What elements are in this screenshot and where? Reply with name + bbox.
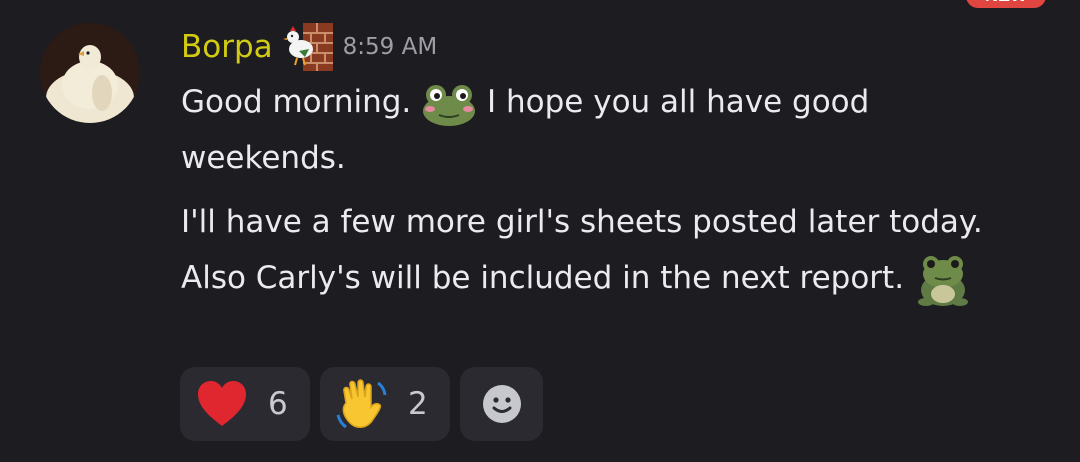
add-reaction-button[interactable]: [460, 367, 543, 441]
waving-hand-emoji: [336, 379, 387, 429]
red-heart-emoji: [198, 381, 246, 426]
blushing-frog-emoji: [423, 84, 476, 126]
message-paragraph-2: I'll have a few more girl's sheets poste…: [181, 194, 1001, 308]
reaction-heart[interactable]: 6: [180, 367, 310, 441]
duck-avatar-icon: [40, 23, 140, 123]
add-reaction-icon: [482, 385, 521, 423]
message-text-part-1: Good morning.: [181, 84, 412, 120]
reaction-wave[interactable]: 2: [320, 367, 450, 441]
new-messages-badge[interactable]: NEW: [966, 0, 1046, 8]
message-header: Borpa 8:59 AM: [181, 23, 438, 71]
message-timestamp: 8:59 AM: [342, 34, 438, 60]
reaction-count: 2: [408, 386, 428, 422]
avatar[interactable]: [40, 23, 140, 123]
reaction-count: 6: [268, 386, 288, 422]
message-text-part-3: I'll have a few more girl's sheets poste…: [181, 204, 983, 296]
reactions-bar: 6 2: [180, 367, 543, 441]
chicken-brick-wall-icon: [282, 23, 333, 71]
message-paragraph-1: Good morning. I hope you all have good w…: [181, 74, 1001, 186]
sitting-frog-emoji: [917, 255, 968, 306]
chat-screen: NEW Borpa: [0, 0, 1080, 462]
username[interactable]: Borpa: [181, 24, 273, 70]
